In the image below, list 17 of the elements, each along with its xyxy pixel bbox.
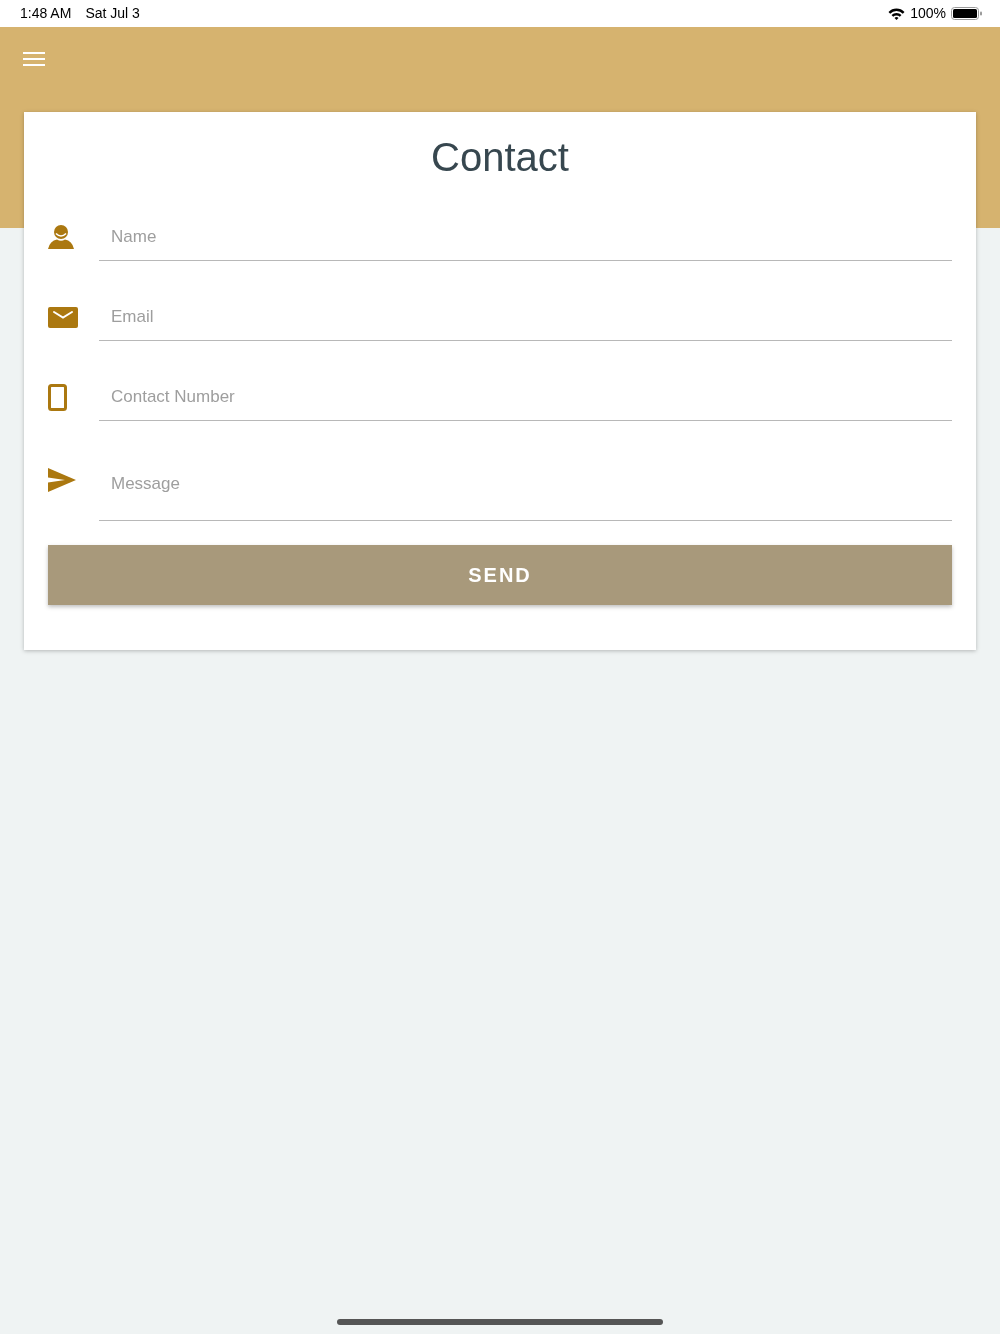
person-icon bbox=[48, 225, 74, 249]
status-time: 1:48 AM bbox=[20, 4, 72, 23]
wifi-icon bbox=[888, 7, 906, 20]
name-field[interactable]: Name bbox=[99, 213, 952, 261]
status-date: Sat Jul 3 bbox=[85, 4, 140, 23]
envelope-icon bbox=[48, 306, 78, 328]
battery-percentage: 100% bbox=[910, 4, 946, 23]
send-icon bbox=[48, 468, 76, 492]
battery-icon bbox=[951, 7, 982, 20]
email-field[interactable]: Email bbox=[99, 293, 952, 341]
menu-button[interactable] bbox=[23, 52, 45, 66]
message-field[interactable]: Message bbox=[99, 421, 952, 521]
menu-icon bbox=[23, 52, 45, 66]
phone-field[interactable]: Contact Number bbox=[99, 373, 952, 421]
page-title: Contact bbox=[430, 134, 570, 181]
send-button[interactable]: SEND bbox=[48, 545, 952, 605]
tablet-icon bbox=[48, 383, 67, 411]
